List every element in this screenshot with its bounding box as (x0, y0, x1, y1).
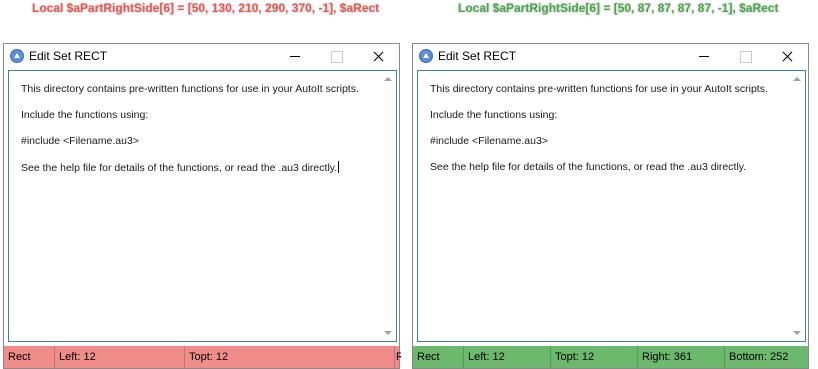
autoit-app-icon[interactable] (419, 49, 433, 63)
close-icon[interactable] (358, 44, 398, 69)
scroll-up-arrow-icon[interactable] (379, 71, 396, 88)
caption-right: Local $aPartRightSide[6] = [50, 87, 87, … (458, 1, 779, 15)
maximize-icon[interactable] (725, 44, 765, 69)
edit-line: #include <Filename.au3> (430, 135, 548, 147)
status-part-right: R (394, 346, 401, 368)
status-part-left: Left: 12 (54, 346, 184, 368)
edit-line: This directory contains pre-written func… (21, 83, 359, 95)
status-part-right: Right: 361 (637, 346, 724, 368)
autoit-app-icon[interactable] (10, 49, 24, 63)
close-icon[interactable] (767, 44, 807, 69)
maximize-icon[interactable] (316, 44, 356, 69)
status-part-rect: Rect (417, 351, 440, 363)
status-part-top: Topt: 12 (184, 346, 394, 368)
status-bar: Rect Left: 12 Topt: 12 Right: 361 Bottom… (413, 346, 808, 368)
scroll-down-arrow-icon[interactable] (379, 324, 396, 341)
title-bar[interactable]: Edit Set RECT (413, 44, 808, 69)
title-bar[interactable]: Edit Set RECT (4, 44, 399, 69)
edit-line: This directory contains pre-written func… (430, 83, 768, 95)
window-left: Edit Set RECT This directory contains pr… (3, 43, 401, 369)
status-part-rect: Rect (8, 351, 31, 363)
vertical-scrollbar[interactable] (788, 71, 805, 341)
minimize-icon[interactable] (683, 44, 723, 69)
edit-line: See the help file for details of the fun… (430, 161, 747, 173)
window-title: Edit Set RECT (438, 49, 517, 63)
edit-line: #include <Filename.au3> (21, 135, 139, 147)
window-title: Edit Set RECT (29, 49, 108, 63)
minimize-icon[interactable] (274, 44, 314, 69)
edit-line-with-caret: See the help file for details of the fun… (21, 161, 376, 174)
status-part-left: Left: 12 (463, 346, 550, 368)
edit-control[interactable]: This directory contains pre-written func… (8, 70, 397, 342)
window-right: Edit Set RECT This directory contains pr… (412, 43, 809, 369)
scroll-down-arrow-icon[interactable] (788, 324, 805, 341)
status-part-bottom: Bottom: 252 (724, 346, 810, 368)
status-part-top: Topt: 12 (550, 346, 637, 368)
scroll-up-arrow-icon[interactable] (788, 71, 805, 88)
edit-control[interactable]: This directory contains pre-written func… (417, 70, 806, 342)
edit-text: This directory contains pre-written func… (430, 83, 785, 187)
edit-text: This directory contains pre-written func… (21, 83, 376, 187)
edit-line: Include the functions using: (21, 109, 149, 121)
vertical-scrollbar[interactable] (379, 71, 396, 341)
edit-line: Include the functions using: (430, 109, 558, 121)
edit-line-text: See the help file for details of the fun… (21, 162, 338, 174)
text-caret (338, 161, 340, 173)
status-bar: Rect Left: 12 Topt: 12 R (4, 346, 401, 368)
caption-left: Local $aPartRightSide[6] = [50, 130, 210… (32, 1, 380, 15)
